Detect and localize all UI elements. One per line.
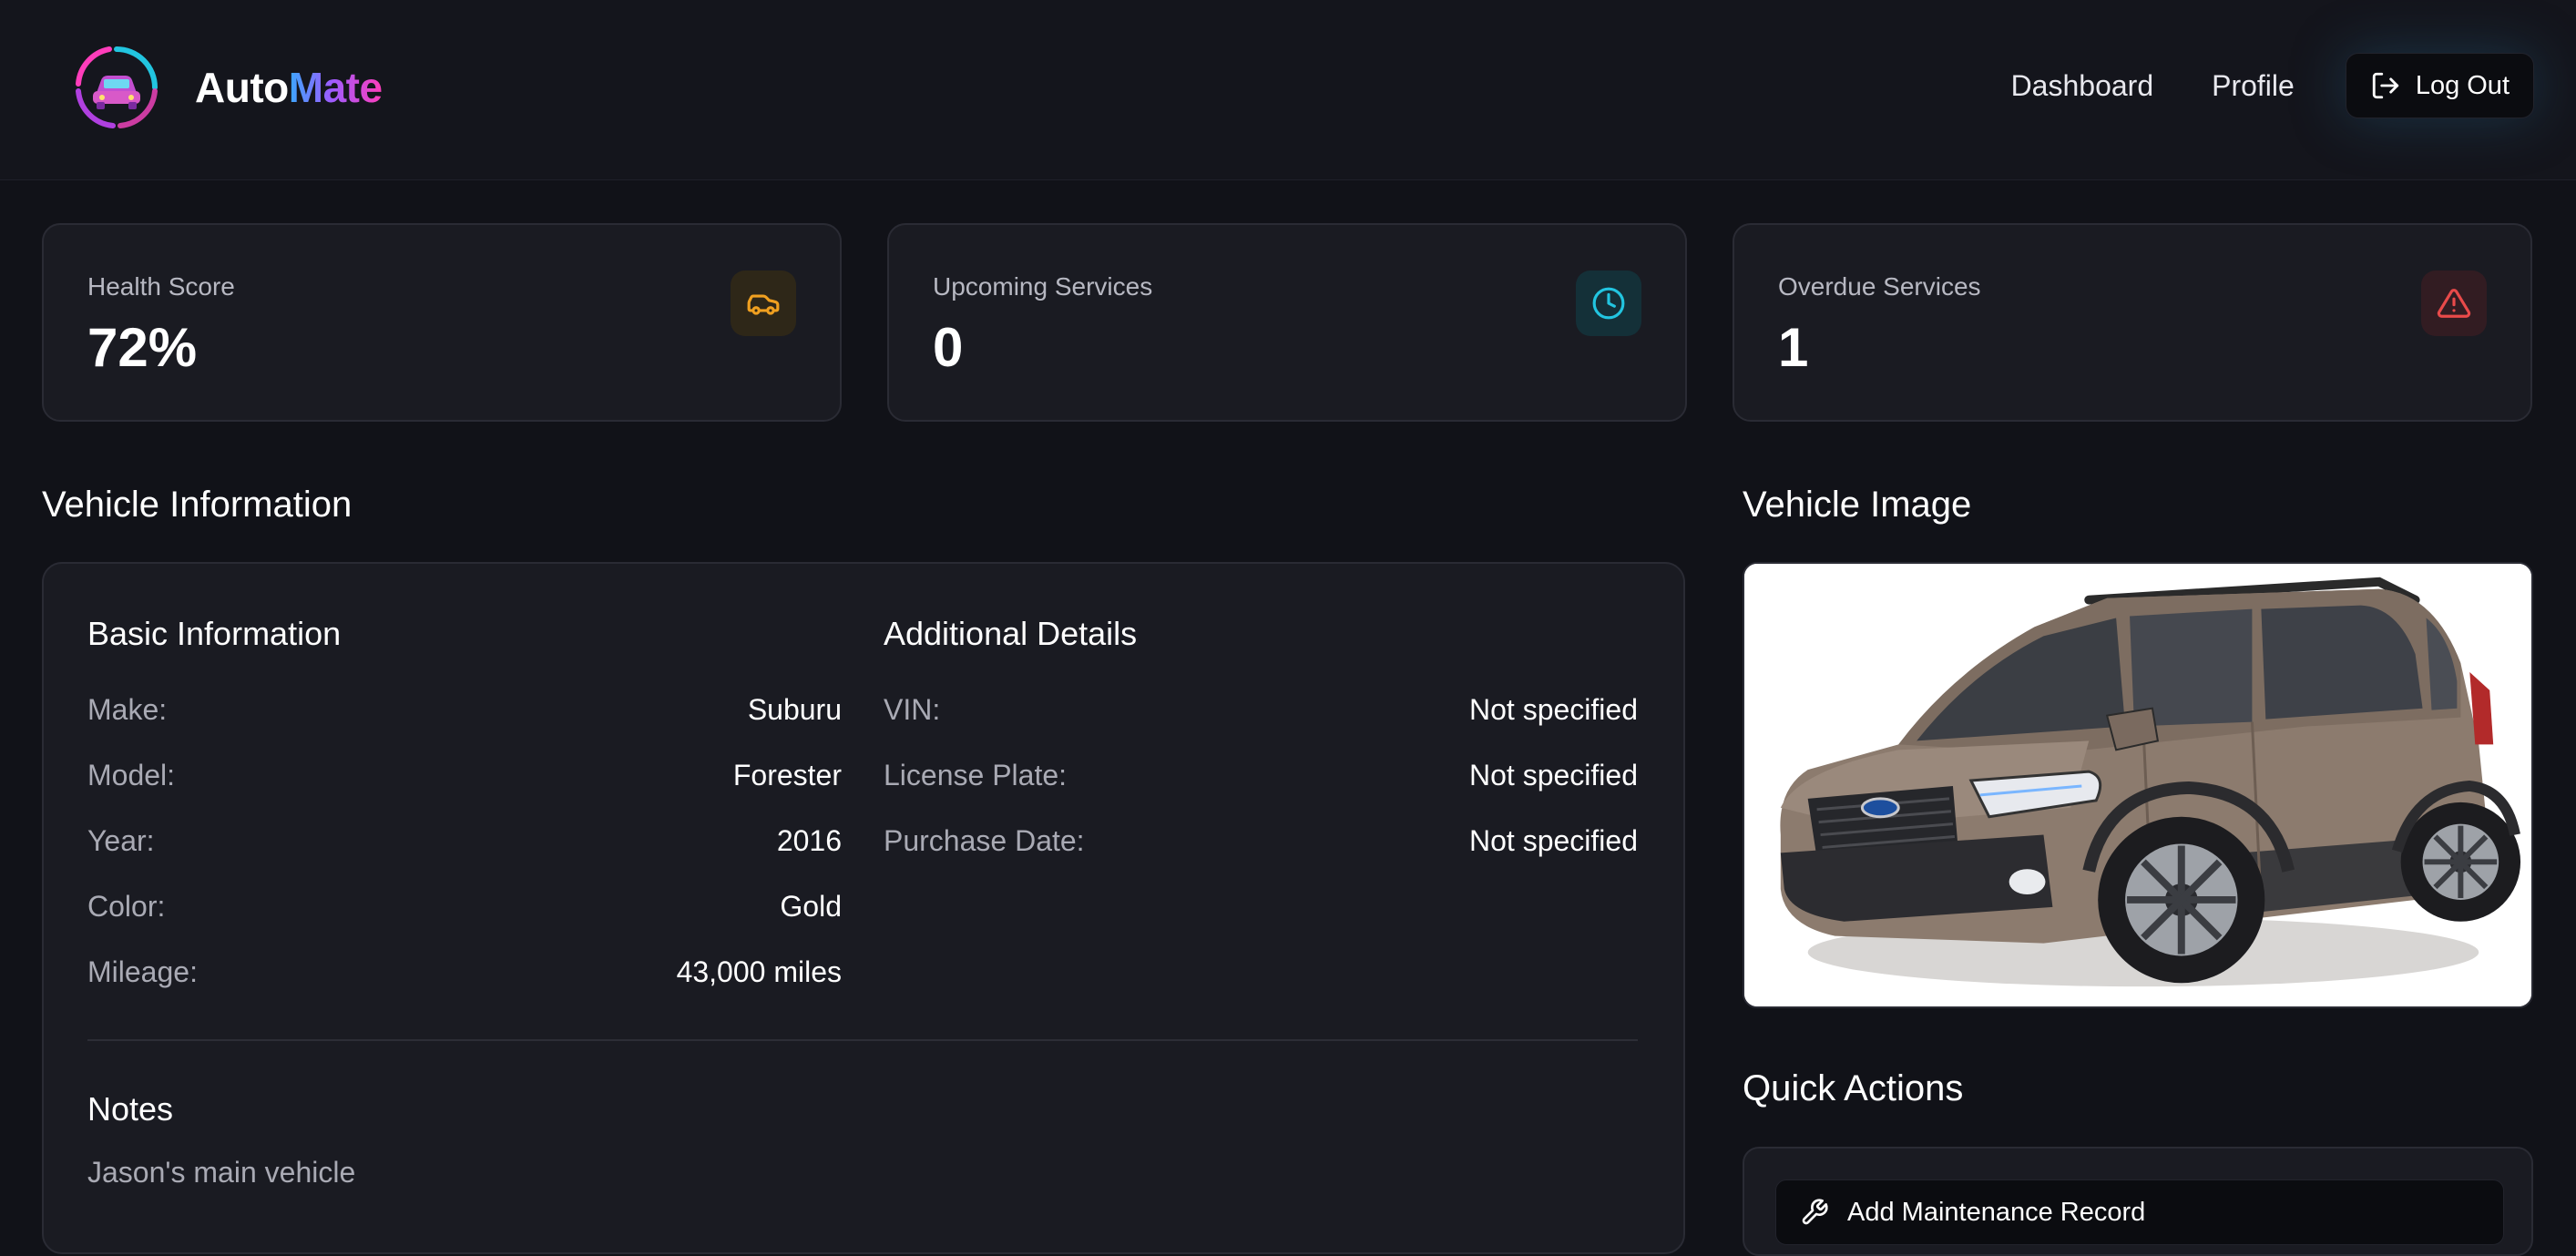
notes-title: Notes — [87, 1090, 174, 1128]
wrench-icon — [1802, 1199, 1828, 1225]
info-value: Suburu — [747, 692, 842, 726]
alert-triangle-icon — [2437, 289, 2471, 318]
health-score-value: 72% — [87, 317, 198, 378]
info-label: Model: — [87, 758, 176, 791]
info-row-model: Model: Forester — [87, 757, 842, 793]
info-value: 2016 — [776, 823, 842, 857]
brand[interactable]: AutoMate — [73, 44, 383, 131]
additional-details-title: Additional Details — [884, 615, 1138, 652]
car-gauge-logo-icon — [76, 46, 158, 128]
notes-text: Jason's main vehicle — [87, 1156, 356, 1189]
top-nav: Dashboard Profile Log Out — [2011, 53, 2534, 118]
info-value: Not specified — [1469, 692, 1638, 726]
add-maintenance-record-label: Add Maintenance Record — [1847, 1197, 2146, 1227]
info-value: Gold — [780, 889, 842, 923]
info-label: License Plate: — [884, 758, 1068, 791]
nav-profile-link[interactable]: Profile — [2212, 69, 2295, 103]
info-row-purchase-date: Purchase Date: Not specified — [884, 822, 1638, 859]
upcoming-services-card: Upcoming Services 0 — [887, 223, 1687, 422]
info-row-year: Year: 2016 — [87, 822, 842, 859]
overdue-services-value: 1 — [1778, 317, 1809, 378]
info-value: Forester — [732, 758, 842, 791]
suv-photo — [1744, 564, 2531, 1006]
log-out-icon — [2372, 72, 2398, 99]
info-row-license-plate: License Plate: Not specified — [884, 757, 1638, 793]
info-row-color: Color: Gold — [87, 888, 842, 924]
info-value: 43,000 miles — [676, 955, 842, 988]
basic-information-title: Basic Information — [87, 615, 342, 652]
top-header: AutoMate Dashboard Profile Log Out — [0, 0, 2576, 180]
brand-name-part2: Mate — [288, 64, 383, 111]
upcoming-services-label: Upcoming Services — [933, 272, 1153, 301]
info-label: Make: — [87, 692, 168, 726]
vehicle-image — [1743, 562, 2533, 1008]
info-row-mileage: Mileage: 43,000 miles — [87, 954, 842, 990]
brand-name-part1: Auto — [195, 64, 289, 111]
logout-button[interactable]: Log Out — [2345, 53, 2534, 118]
upcoming-services-value: 0 — [933, 317, 964, 378]
info-row-vin: VIN: Not specified — [884, 691, 1638, 728]
info-label: Mileage: — [87, 955, 198, 988]
nav-dashboard-link[interactable]: Dashboard — [2011, 69, 2154, 103]
logout-button-label: Log Out — [2415, 70, 2510, 100]
vehicle-information-title: Vehicle Information — [42, 485, 353, 525]
add-maintenance-record-button[interactable]: Add Maintenance Record — [1775, 1179, 2504, 1245]
info-value: Not specified — [1469, 823, 1638, 857]
brand-name: AutoMate — [195, 63, 383, 112]
vehicle-information-card: Basic Information Make: Suburu Model: Fo… — [42, 562, 1685, 1254]
health-score-icon-badge — [731, 271, 796, 336]
info-value: Not specified — [1469, 758, 1638, 791]
overdue-services-card: Overdue Services 1 — [1733, 223, 2532, 422]
info-label: Color: — [87, 889, 166, 923]
section-divider — [87, 1039, 1638, 1041]
info-label: Purchase Date: — [884, 823, 1085, 857]
quick-actions-title: Quick Actions — [1743, 1068, 1964, 1108]
car-icon — [747, 294, 780, 315]
health-score-label: Health Score — [87, 272, 235, 301]
clock-icon — [1592, 287, 1625, 320]
health-score-card: Health Score 72% — [42, 223, 842, 422]
overdue-services-label: Overdue Services — [1778, 272, 1981, 301]
upcoming-services-icon-badge — [1576, 271, 1641, 336]
info-label: VIN: — [884, 692, 941, 726]
vehicle-image-title: Vehicle Image — [1743, 485, 1972, 525]
info-row-make: Make: Suburu — [87, 691, 842, 728]
info-label: Year: — [87, 823, 155, 857]
overdue-services-icon-badge — [2421, 271, 2487, 336]
quick-actions-card: Add Maintenance Record — [1743, 1147, 2533, 1256]
